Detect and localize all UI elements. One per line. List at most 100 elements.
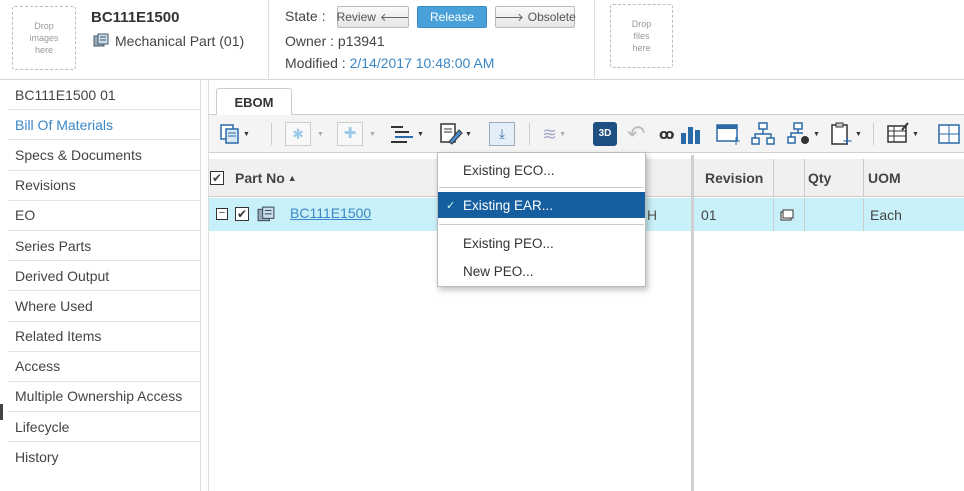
bom-toolbar: ▼ ✱ ▼ ✚ ▼ ▼ ▼ ⤓ ≋ ▼ 3D ↶ ꝏ + ▼ + ▼ ▼ (209, 115, 964, 153)
menu-item-existing-ear[interactable]: ✓ Existing EAR... (438, 192, 645, 218)
filter-icon: ≋ (542, 123, 558, 144)
table-edit-menu-button[interactable]: ▼ (886, 121, 919, 147)
column-divider (863, 159, 864, 197)
add-new-button[interactable]: ✱ ▼ (285, 121, 324, 147)
configure-menu-button[interactable]: ▼ (787, 121, 820, 147)
3d-viewer-icon: 3D (593, 122, 617, 146)
release-button[interactable]: Release (417, 6, 487, 28)
toolbar-separator (873, 123, 874, 145)
grid-tiles-icon (938, 124, 960, 144)
window-add-icon: + (716, 124, 741, 146)
menu-item-new-peo[interactable]: New PEO... (438, 258, 645, 284)
menu-item-existing-peo[interactable]: Existing PEO... (438, 230, 645, 256)
column-header-part-no[interactable]: Part No (235, 170, 285, 186)
sidebar-item-series-parts[interactable]: Series Parts (8, 231, 200, 262)
review-button[interactable]: Review 🡐 (337, 6, 409, 28)
menu-separator (439, 224, 644, 225)
drop-images-zone[interactable]: Drop images here (12, 6, 76, 70)
collapse-icon[interactable]: − (216, 208, 228, 220)
tile-view-button[interactable] (937, 121, 961, 147)
column-header-qty[interactable]: Qty (808, 170, 831, 186)
sidebar-item-revisions[interactable]: Revisions (8, 171, 200, 201)
drop-files-zone[interactable]: Drop files here (610, 4, 673, 68)
owner-label: Owner : (285, 33, 335, 49)
mechanical-part-icon (257, 206, 275, 222)
tab-ebom[interactable]: EBOM (216, 88, 292, 115)
undo-button[interactable]: ↶ (627, 121, 645, 147)
row-uom: Each (870, 207, 902, 223)
chevron-down-icon: ▼ (813, 130, 820, 138)
sidebar-item-where-used[interactable]: Where Used (8, 291, 200, 322)
clipboard-add-menu-button[interactable]: + ▼ (829, 121, 862, 147)
structure-menu-button[interactable]: ▼ (389, 121, 424, 147)
change-dropdown-menu: Existing ECO... ✓ Existing EAR... Existi… (437, 152, 646, 287)
owner-row: Owner : p13941 (285, 33, 385, 49)
sidebar-collapse-handle[interactable] (0, 404, 3, 420)
export-button[interactable]: ⤓ (489, 121, 515, 147)
arrow-right-icon: 🡒 (494, 12, 524, 24)
sidebar-item-multiple-ownership-access[interactable]: Multiple Ownership Access (8, 382, 200, 413)
chevron-down-icon: ▼ (243, 130, 250, 138)
table-edit-icon (887, 122, 909, 143)
sidebar-item-related-items[interactable]: Related Items (8, 322, 200, 352)
column-header-uom[interactable]: UOM (868, 170, 901, 186)
part-number-link[interactable]: BC111E1500 (290, 205, 371, 221)
bar-chart-icon (681, 127, 700, 144)
sidebar-item-history[interactable]: History (8, 442, 200, 472)
column-divider (863, 198, 864, 231)
hierarchy-button[interactable] (751, 121, 775, 147)
menu-item-existing-eco[interactable]: Existing ECO... (438, 157, 645, 183)
hierarchy-gear-icon (787, 122, 809, 144)
toolbar-separator (529, 123, 530, 145)
sort-ascending-icon: ▲ (287, 172, 297, 183)
sidebar-item-derived-output[interactable]: Derived Output (8, 261, 200, 292)
obsolete-label: Obsolete (527, 10, 576, 24)
svg-text:+: + (731, 134, 741, 146)
row-checkbox[interactable]: ✔ (235, 207, 249, 221)
chevron-down-icon: ▼ (369, 130, 376, 138)
sidebar-item-specs-documents[interactable]: Specs & Documents (8, 140, 200, 171)
owner-value: p13941 (337, 33, 385, 49)
plus-icon: ✚ (337, 122, 363, 146)
obsolete-button[interactable]: 🡒 Obsolete (494, 6, 576, 28)
view-menu-button[interactable]: ▼ (219, 121, 250, 147)
part-type: Mechanical Part (01) (93, 33, 244, 49)
column-divider (773, 159, 774, 197)
column-divider (773, 198, 774, 231)
select-all-checkbox[interactable]: ✔ (210, 170, 224, 185)
modified-label: Modified : (285, 55, 346, 71)
sidebar-item-bill-of-materials[interactable]: Bill Of Materials (8, 110, 200, 141)
hierarchy-icon (751, 122, 775, 145)
row-partial-text: H (647, 207, 658, 223)
edit-change-menu-button[interactable]: ▼ (439, 121, 472, 147)
add-window-button[interactable]: + (715, 121, 741, 147)
binoculars-icon: ꝏ (659, 125, 675, 142)
state-label: State : (285, 8, 326, 24)
report-button[interactable] (679, 121, 701, 147)
chevron-down-icon: ▼ (855, 130, 862, 138)
chevron-down-icon: ▼ (317, 130, 324, 138)
3d-viewer-button[interactable]: 3D (593, 121, 617, 147)
sidebar-item-lifecycle[interactable]: Lifecycle (8, 412, 200, 443)
menu-separator (439, 187, 644, 188)
review-label: Review (336, 10, 376, 24)
filter-menu-button[interactable]: ≋ ▼ (542, 121, 566, 147)
sidebar-item-access[interactable]: Access (8, 352, 200, 382)
sidebar-item-eo[interactable]: EO (8, 201, 200, 231)
table-row-right[interactable]: 01 Each (694, 198, 964, 231)
column-divider (804, 159, 805, 197)
chevron-down-icon: ▼ (912, 130, 919, 138)
row-revision: 01 (701, 207, 717, 223)
modified-row: Modified : 2/14/2017 10:48:00 AM (285, 55, 494, 71)
header-divider-2 (594, 0, 595, 78)
add-existing-button[interactable]: ✚ ▼ (337, 121, 376, 147)
sidebar-item-part[interactable]: BC111E1500 01 (8, 80, 200, 111)
chevron-down-icon: ▼ (559, 130, 567, 138)
find-button[interactable]: ꝏ (659, 121, 674, 147)
svg-text:+: + (842, 134, 853, 146)
checkmark-icon: ✓ (446, 199, 456, 212)
column-header-revision[interactable]: Revision (705, 170, 763, 186)
window-stack-icon (780, 209, 794, 221)
object-header: Drop images here BC111E1500 Mechanical P… (0, 0, 964, 80)
part-title: BC111E1500 (91, 9, 180, 26)
